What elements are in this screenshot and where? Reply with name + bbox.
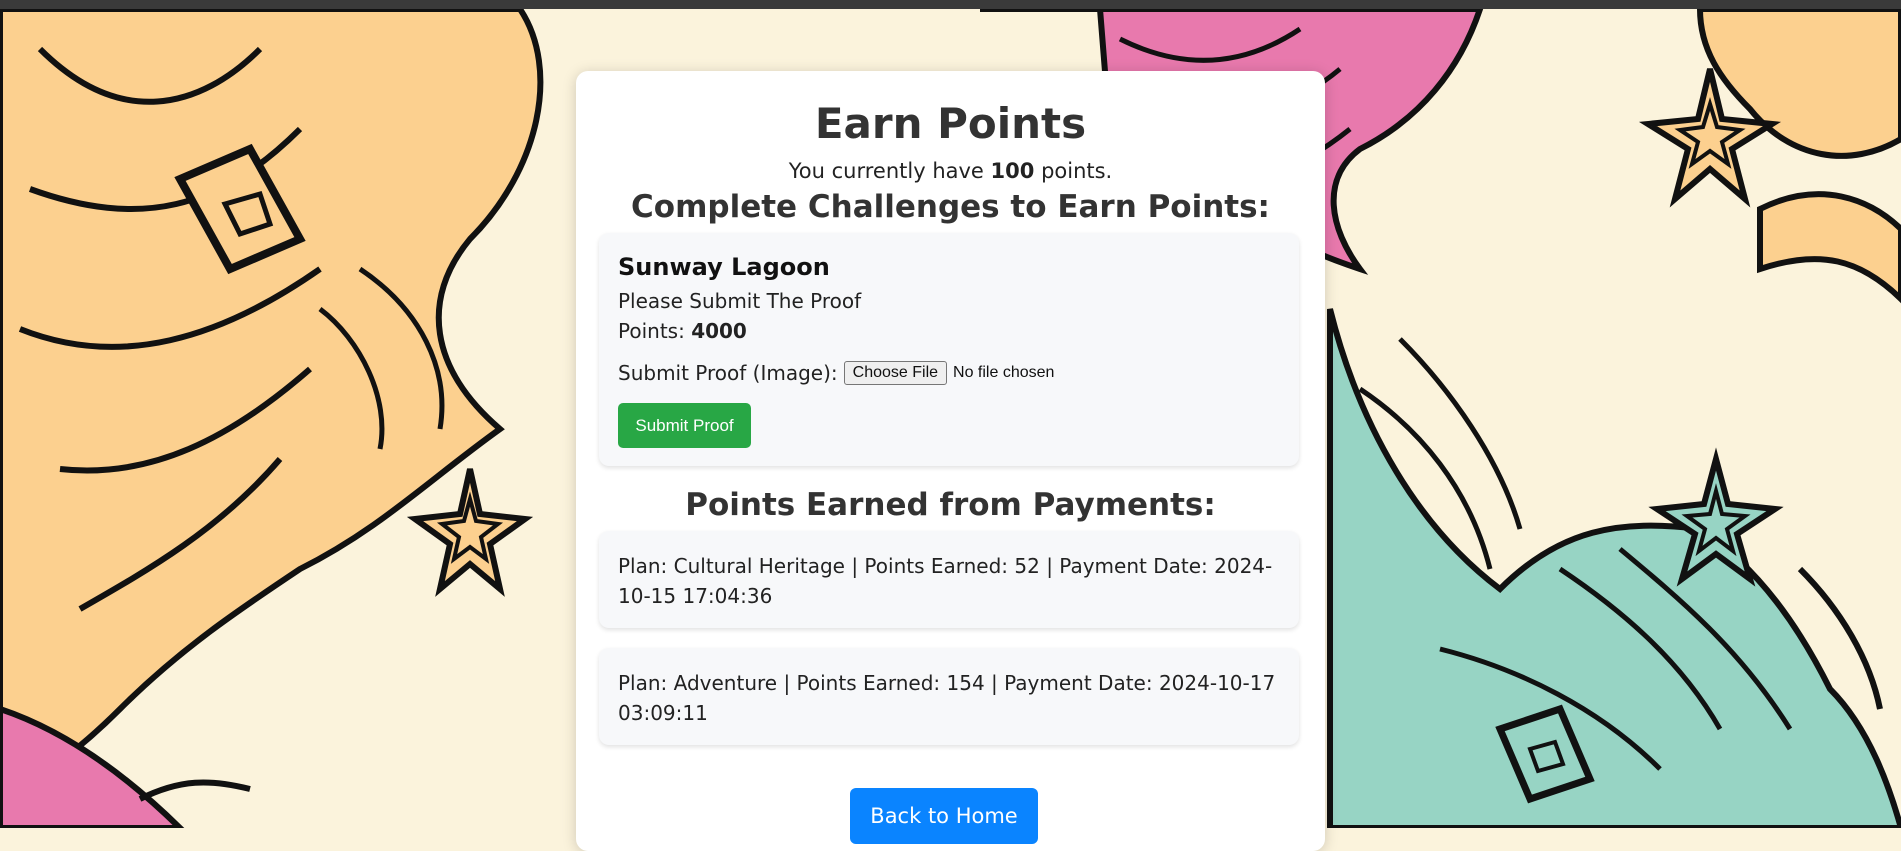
proof-upload-row: Submit Proof (Image): Choose File No fil… xyxy=(618,361,1054,385)
submit-proof-button[interactable]: Submit Proof xyxy=(618,403,751,448)
challenge-points: Points: 4000 xyxy=(618,319,747,343)
points-value: 100 xyxy=(990,159,1035,183)
challenge-points-value: 4000 xyxy=(691,319,747,343)
choose-file-button[interactable]: Choose File xyxy=(843,361,948,385)
payment-item-text: Plan: Cultural Heritage | Points Earned:… xyxy=(618,554,1273,608)
payments-heading: Points Earned from Payments: xyxy=(685,487,1216,523)
points-suffix: points. xyxy=(1041,159,1113,183)
current-points-line: You currently have 100 points. xyxy=(576,159,1325,183)
back-to-home-button[interactable]: Back to Home xyxy=(850,788,1038,844)
points-prefix: You currently have xyxy=(788,159,984,183)
payment-item-text: Plan: Adventure | Points Earned: 154 | P… xyxy=(618,671,1276,725)
proof-label: Submit Proof (Image): xyxy=(618,361,838,385)
challenge-name: Sunway Lagoon xyxy=(618,253,830,281)
file-status: No file chosen xyxy=(953,364,1055,381)
challenges-heading: Complete Challenges to Earn Points: xyxy=(631,189,1270,225)
payment-item: Plan: Adventure | Points Earned: 154 | P… xyxy=(599,648,1299,745)
payment-item: Plan: Cultural Heritage | Points Earned:… xyxy=(599,531,1299,628)
earn-points-card: Earn Points You currently have 100 point… xyxy=(576,71,1325,851)
browser-top-edge xyxy=(0,0,1901,9)
page-title: Earn Points xyxy=(814,99,1087,148)
challenge-points-label: Points: xyxy=(618,319,685,343)
challenge-description: Please Submit The Proof xyxy=(618,289,862,313)
challenge-card: Sunway Lagoon Please Submit The Proof Po… xyxy=(599,233,1299,466)
